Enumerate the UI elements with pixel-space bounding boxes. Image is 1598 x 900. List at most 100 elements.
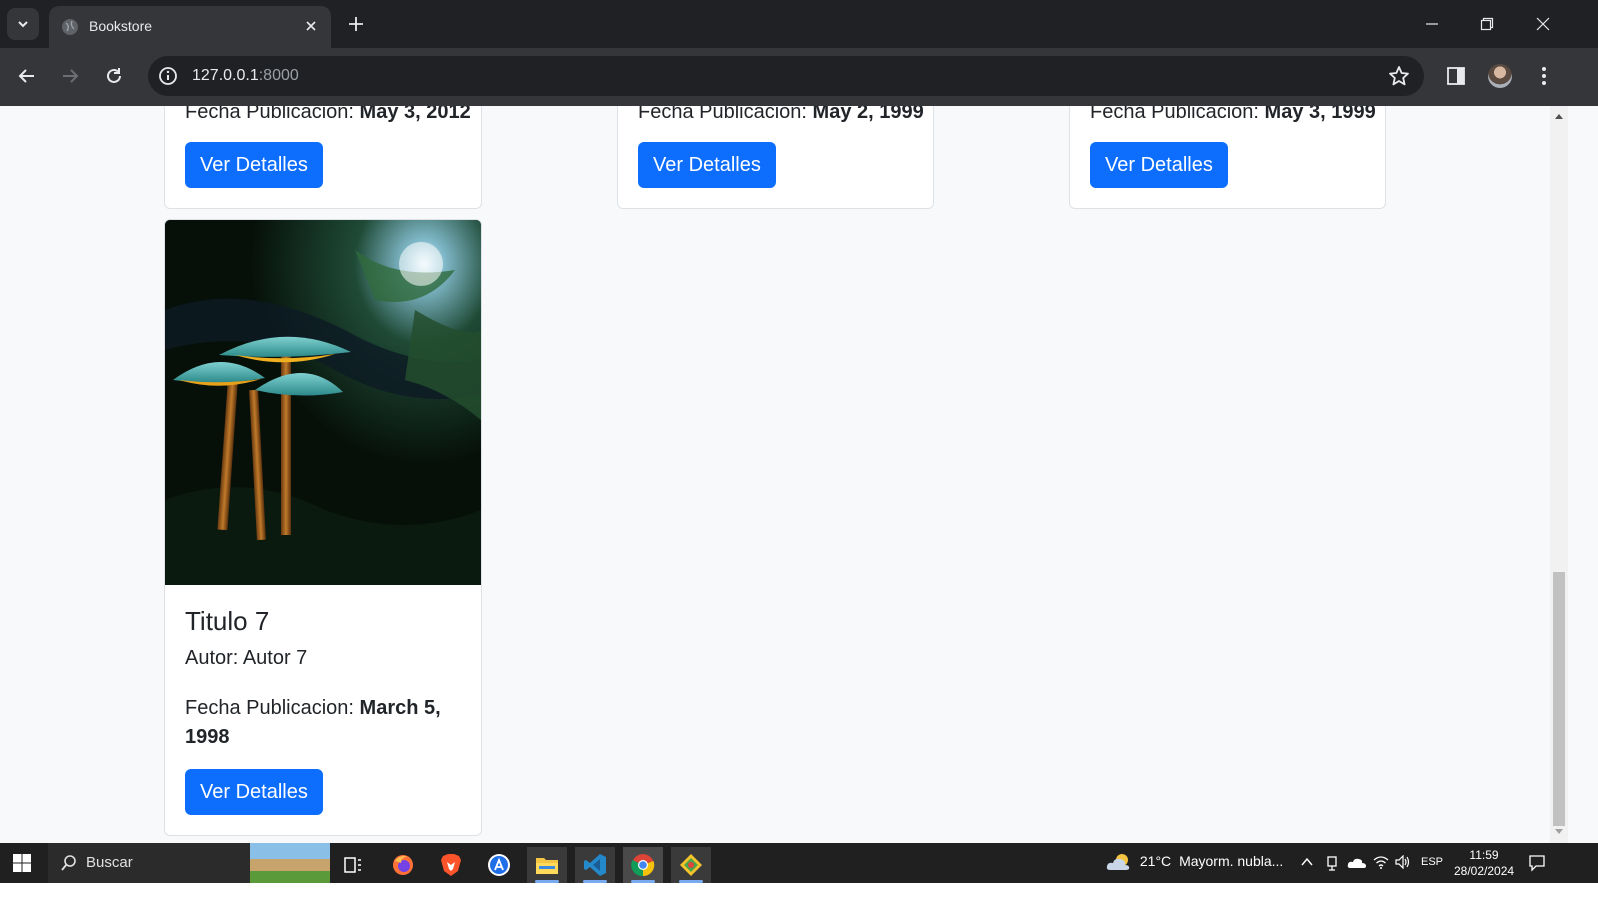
book-card: Fecha Publicacion: May 3, 2012 Ver Detal… [164, 106, 482, 209]
side-panel-button[interactable] [1444, 64, 1468, 88]
restore-icon [1480, 17, 1494, 31]
restore-button[interactable] [1473, 10, 1501, 38]
windows-taskbar: Buscar 21°C Mayorm. nubla... ESP 11:59 2… [0, 843, 1598, 883]
reload-button[interactable] [102, 64, 126, 88]
publication-date: Fecha Publicacion: March 5, 1998 [185, 694, 465, 752]
new-tab-button[interactable] [344, 12, 368, 36]
arrow-right-icon [63, 69, 79, 83]
plus-icon [349, 17, 363, 31]
scrollbar-thumb[interactable] [1553, 572, 1565, 826]
scroll-down-arrow-icon[interactable] [1554, 828, 1564, 836]
search-highlight-art [250, 843, 330, 883]
folder-icon [536, 858, 558, 874]
more-vert-icon [1542, 67, 1546, 85]
chrome-icon [631, 854, 655, 877]
search-placeholder: Buscar [86, 854, 133, 871]
page-viewport: Fecha Publicacion: May 3, 2012 Ver Detal… [0, 106, 1550, 843]
browser-tab-active[interactable]: Bookstore [49, 6, 331, 48]
brave-icon [441, 854, 461, 876]
weather-temp: 21°C [1139, 853, 1172, 869]
date-value: May 2, 1999 [812, 106, 924, 123]
globe-icon [62, 19, 78, 35]
input-language[interactable]: ESP [1421, 856, 1443, 868]
tab-search-button[interactable] [7, 8, 39, 40]
date-label: Fecha Publicacion: [638, 106, 807, 123]
page-scrollbar[interactable] [1550, 106, 1568, 843]
publication-date: Fecha Publicacion: May 2, 1999 [638, 106, 924, 124]
book-card: Titulo 7 Autor: Autor 7 Fecha Publicacio… [164, 219, 482, 836]
url-port: :8000 [258, 67, 299, 84]
book-card: Fecha Publicacion: May 3, 1999 Ver Detal… [1069, 106, 1386, 209]
tab-close-button[interactable] [302, 17, 320, 35]
windows-start-icon[interactable] [12, 853, 32, 873]
forward-button[interactable] [58, 64, 82, 88]
chevron-down-icon [18, 21, 28, 28]
chrome-app[interactable] [623, 847, 663, 883]
volume-icon[interactable] [1395, 855, 1411, 869]
meet-now-icon[interactable] [1325, 855, 1339, 871]
screen-bottom-edge [0, 883, 1598, 900]
url-text[interactable]: 127.0.0.1:8000 [192, 67, 299, 85]
scroll-up-arrow-icon[interactable] [1554, 112, 1564, 120]
git-icon [680, 854, 702, 876]
app-store-app[interactable] [479, 847, 519, 883]
profile-avatar[interactable] [1488, 64, 1512, 88]
book-cover-image [165, 220, 481, 585]
book-title: Titulo 7 [185, 606, 270, 636]
close-window-button[interactable] [1529, 10, 1557, 38]
view-details-button[interactable]: Ver Detalles [638, 142, 776, 188]
notification-icon[interactable] [1528, 854, 1546, 872]
book-card: Fecha Publicacion: May 2, 1999 Ver Detal… [617, 106, 934, 209]
date-value: May 3, 2012 [359, 106, 471, 123]
view-details-button[interactable]: Ver Detalles [185, 769, 323, 815]
mushroom-image [165, 220, 481, 585]
onedrive-icon[interactable] [1347, 855, 1367, 869]
git-app[interactable] [671, 847, 711, 883]
close-icon [306, 21, 316, 31]
file-explorer-app[interactable] [527, 847, 567, 883]
weather-desc: Mayorm. nubla... [1179, 853, 1284, 869]
url-host: 127.0.0.1 [192, 67, 259, 84]
firefox-icon [393, 855, 413, 875]
tab-title: Bookstore [89, 18, 153, 34]
book-author: Autor: Autor 7 [185, 647, 307, 670]
view-details-button[interactable]: Ver Detalles [185, 142, 323, 188]
weather-widget[interactable]: 21°C Mayorm. nubla... [1106, 853, 1283, 871]
date-label: Fecha Publicacion: [185, 106, 354, 123]
browser-tab-bar: Bookstore [0, 0, 1598, 48]
back-button[interactable] [15, 64, 39, 88]
search-icon [61, 855, 76, 871]
task-view-button[interactable] [333, 847, 373, 883]
minimize-icon [1426, 23, 1438, 25]
reload-icon [107, 68, 121, 83]
wifi-icon[interactable] [1373, 855, 1389, 869]
chevron-up-icon[interactable] [1300, 855, 1314, 869]
star-icon[interactable] [1388, 65, 1410, 87]
publication-date: Fecha Publicacion: May 3, 1999 [1090, 106, 1376, 124]
side-panel-icon [1447, 67, 1465, 85]
menu-button[interactable] [1532, 64, 1556, 88]
minimize-button[interactable] [1418, 10, 1446, 38]
firefox-app[interactable] [383, 847, 423, 883]
author-label: Autor: [185, 647, 239, 669]
view-details-button[interactable]: Ver Detalles [1090, 142, 1228, 188]
address-bar[interactable]: 127.0.0.1:8000 [148, 56, 1424, 96]
app-store-icon [488, 854, 510, 876]
author-value: Autor 7 [242, 647, 308, 669]
browser-toolbar: 127.0.0.1:8000 [0, 48, 1598, 106]
clock-date: 28/02/2024 [1454, 864, 1515, 878]
brave-app[interactable] [431, 847, 471, 883]
date-value: May 3, 1999 [1264, 106, 1376, 123]
task-view-icon [344, 857, 361, 873]
cloudy-weather-icon [1106, 854, 1130, 871]
taskbar-clock[interactable]: 11:59 28/02/2024 [1454, 847, 1514, 879]
date-label: Fecha Publicacion: [185, 697, 354, 719]
vscode-icon [584, 854, 606, 876]
clock-time: 11:59 [1469, 848, 1499, 862]
vscode-app[interactable] [575, 847, 615, 883]
publication-date: Fecha Publicacion: May 3, 2012 [185, 106, 471, 124]
arrow-left-icon [18, 69, 34, 83]
window-edge [1568, 106, 1598, 843]
close-icon [1536, 17, 1550, 31]
info-icon[interactable] [158, 66, 178, 86]
